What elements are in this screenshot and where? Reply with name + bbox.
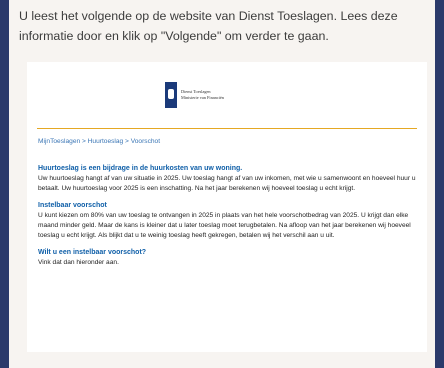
section-heading: Instelbaar voorschot xyxy=(38,202,107,209)
rijksoverheid-logo: Dienst Toeslagen Ministerie van Financië… xyxy=(165,82,224,108)
content: Huurtoeslag is een bijdrage in de huurko… xyxy=(38,164,422,268)
section-text: Vink dat dan hieronder aan. xyxy=(38,259,119,266)
section-huurtoeslag: Huurtoeslag is een bijdrage in de huurko… xyxy=(38,164,422,194)
crown-emblem-icon xyxy=(165,82,177,108)
intro-text: U leest het volgende op de website van D… xyxy=(19,9,398,43)
breadcrumb[interactable]: MijnToeslagen > Huurtoeslag > Voorschot xyxy=(38,138,160,145)
website-preview: Dienst Toeslagen Ministerie van Financië… xyxy=(27,62,427,352)
section-heading: Wilt u een instelbaar voorschot? xyxy=(38,249,147,256)
divider xyxy=(37,128,417,129)
survey-card: U leest het volgende op de website van D… xyxy=(9,0,435,368)
section-instelbaar: Instelbaar voorschot U kunt kiezen om 80… xyxy=(38,201,422,241)
logo-line-2: Ministerie van Financiën xyxy=(181,95,224,100)
section-text: Uw huurtoeslag hangt af van uw situatie … xyxy=(38,175,416,192)
section-heading: Huurtoeslag is een bijdrage in de huurko… xyxy=(38,165,243,172)
section-vraag: Wilt u een instelbaar voorschot? Vink da… xyxy=(38,248,422,268)
section-text: U kunt kiezen om 80% van uw toeslag te o… xyxy=(38,212,411,239)
